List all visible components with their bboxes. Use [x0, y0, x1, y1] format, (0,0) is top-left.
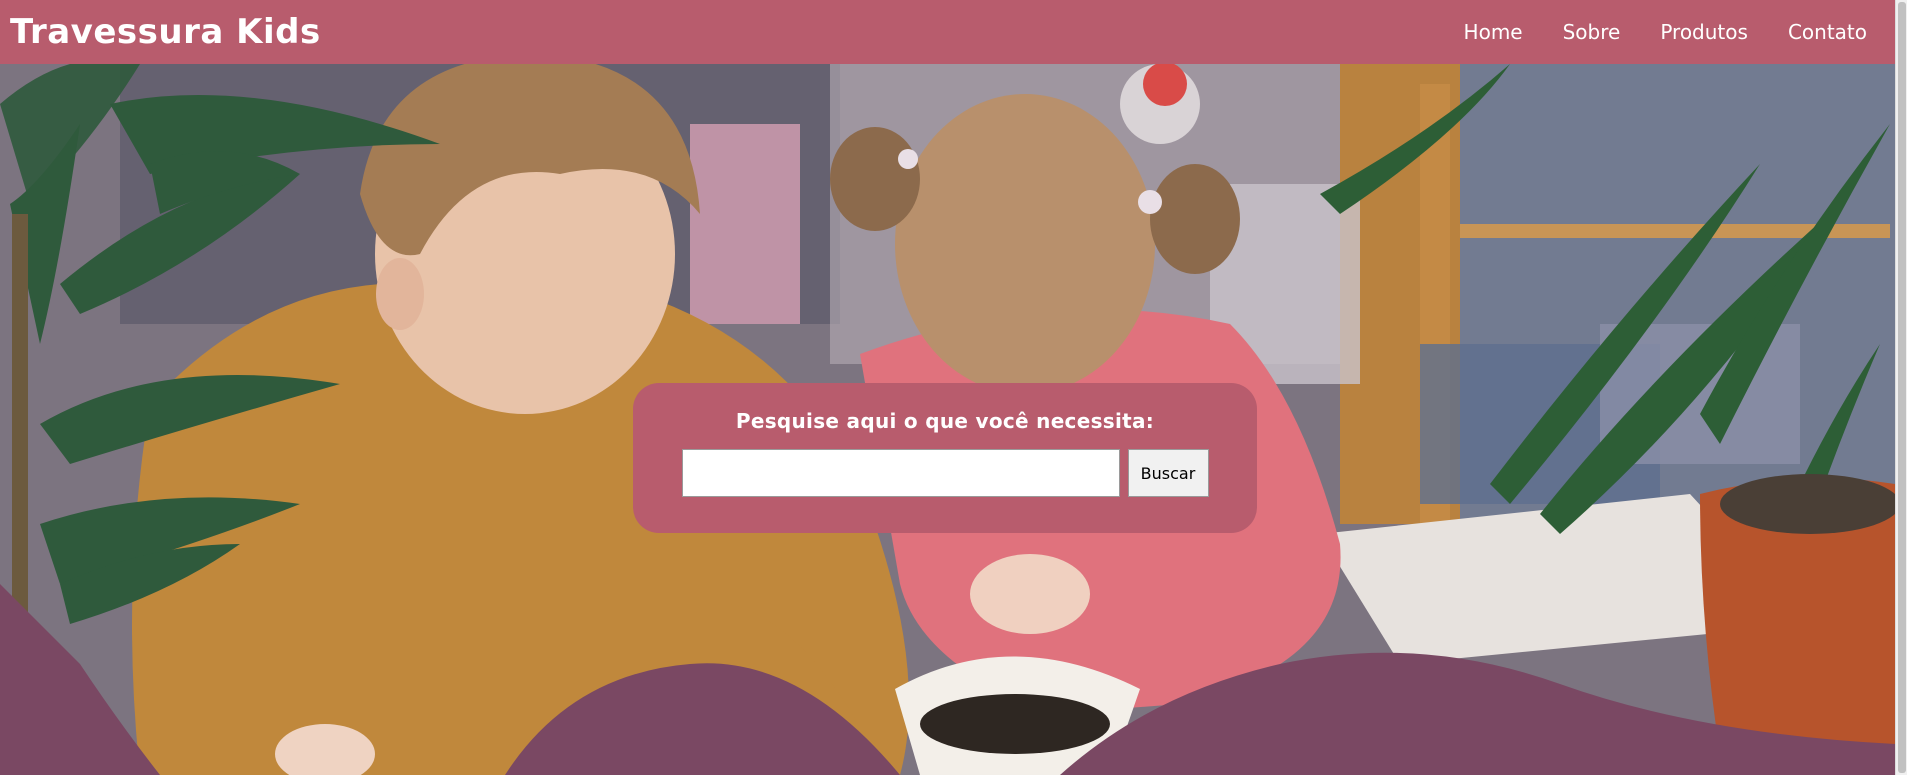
page: Travessura Kids Home Sobre Produtos Cont…: [0, 0, 1907, 775]
search-button[interactable]: Buscar: [1127, 449, 1209, 497]
brand-logo[interactable]: Travessura Kids: [10, 12, 321, 52]
nav-contato[interactable]: Contato: [1788, 20, 1867, 44]
nav-produtos[interactable]: Produtos: [1660, 20, 1748, 44]
nav-home[interactable]: Home: [1464, 20, 1523, 44]
site-header: Travessura Kids Home Sobre Produtos Cont…: [0, 0, 1895, 64]
nav-sobre[interactable]: Sobre: [1563, 20, 1621, 44]
search-row: Buscar: [681, 449, 1209, 497]
scrollbar-thumb[interactable]: [1898, 2, 1906, 773]
main-nav: Home Sobre Produtos Contato: [1424, 20, 1867, 44]
search-input[interactable]: [681, 449, 1120, 497]
search-title: Pesquise aqui o que você necessita:: [735, 409, 1155, 433]
scrollbar[interactable]: [1895, 0, 1907, 775]
search-panel: Pesquise aqui o que você necessita: Busc…: [633, 383, 1257, 533]
